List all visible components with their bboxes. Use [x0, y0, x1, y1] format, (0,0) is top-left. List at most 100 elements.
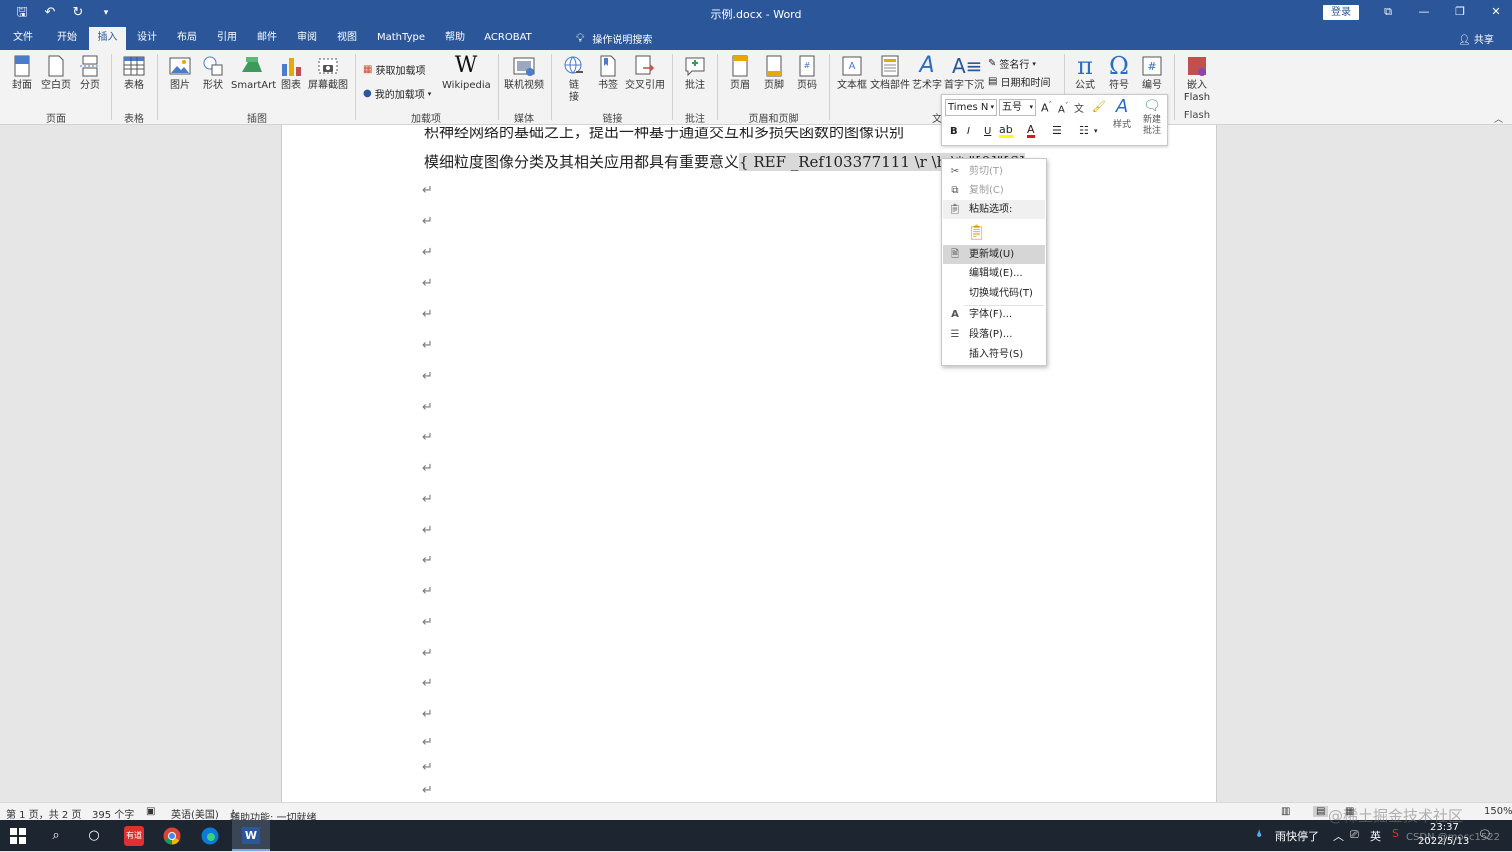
tab-design[interactable]: 设计	[130, 27, 164, 50]
get-addins-button[interactable]: ▦ 获取加载项	[363, 62, 425, 77]
cross-reference-button[interactable]: 交叉引用	[625, 54, 665, 92]
number-button[interactable]: # 编号	[1138, 54, 1166, 92]
cover-page-button[interactable]: 封面	[8, 54, 36, 92]
tab-insert[interactable]: 插入	[89, 27, 126, 50]
date-time-button[interactable]: ▤ 日期和时间	[988, 74, 1050, 89]
tab-view[interactable]: 视图	[330, 27, 364, 50]
blank-page-button[interactable]: 空白页	[40, 54, 72, 92]
share-button[interactable]: 👤︎ 共享	[1458, 31, 1494, 46]
online-video-button[interactable]: 联机视频	[504, 54, 544, 92]
search-icon[interactable]: ⌕	[46, 826, 66, 846]
print-layout-icon[interactable]: ▤	[1313, 806, 1329, 817]
shrink-font-icon[interactable]: Aˇ	[1058, 102, 1068, 115]
proofing-icon[interactable]: ▣	[146, 806, 155, 817]
zoom-level[interactable]: 150%	[1484, 806, 1512, 817]
weather-icon[interactable]: 🌢︎	[1256, 827, 1263, 841]
tab-help[interactable]: 帮助	[438, 27, 472, 50]
styles-button[interactable]: A 样式	[1110, 97, 1134, 131]
font-size-box[interactable]: 五号 ▾	[999, 99, 1036, 116]
italic-button[interactable]: I	[967, 126, 970, 137]
grow-font-icon[interactable]: Aˆ	[1041, 101, 1052, 115]
document-page[interactable]: 积神经网络的基础之上，提出一种基于通道交互和多损失函数的图像识别 模细粒度图像分…	[281, 125, 1217, 802]
drop-cap-button[interactable]: A≡ 首字下沉	[944, 54, 984, 92]
read-mode-icon[interactable]: ▥	[1281, 806, 1290, 817]
tab-mailings[interactable]: 邮件	[250, 27, 284, 50]
quick-parts-button[interactable]: 文档部件	[870, 54, 910, 92]
chart-button[interactable]: 图表	[277, 54, 305, 92]
menu-item-copy[interactable]: ⧉ 复制(C)	[943, 181, 1045, 200]
wikipedia-button[interactable]: W Wikipedia	[442, 54, 491, 92]
bookmark-button[interactable]: 书签	[594, 54, 622, 92]
network-icon[interactable]: ⎚	[1350, 828, 1359, 842]
phonetic-guide-icon[interactable]: 文	[1074, 100, 1084, 115]
menu-item-edit-field[interactable]: 编辑域(E)...	[943, 264, 1045, 283]
link-button[interactable]: 链接	[560, 54, 588, 104]
minimize-icon[interactable]: —	[1406, 4, 1442, 20]
word-taskbar-button[interactable]: W	[232, 820, 270, 851]
textbox-button[interactable]: A 文本框	[836, 54, 868, 92]
screenshot-button[interactable]: 屏幕截图	[308, 54, 348, 92]
new-comment-button[interactable]: 🗨︎ 新建批注	[1139, 97, 1165, 137]
weather-text[interactable]: 雨快停了	[1275, 828, 1319, 844]
tab-references[interactable]: 引用	[210, 27, 244, 50]
status-language[interactable]: 英语(美国)	[171, 806, 219, 821]
sogou-ime-icon[interactable]: S	[1392, 827, 1399, 840]
tab-acrobat[interactable]: ACROBAT	[480, 27, 536, 50]
font-name-box[interactable]: Times N ▾	[945, 99, 997, 116]
tab-home[interactable]: 开始	[50, 27, 84, 50]
windows-start-icon[interactable]	[8, 826, 28, 846]
equation-button[interactable]: π 公式	[1070, 54, 1100, 92]
symbol-button[interactable]: Ω 符号	[1104, 54, 1134, 92]
table-button[interactable]: 表格	[120, 54, 148, 92]
menu-item-font[interactable]: A 字体(F)...	[943, 305, 1045, 324]
numbering-icon[interactable]: ☷	[1079, 124, 1089, 137]
paste-keep-text-icon[interactable]: 📋︎	[967, 223, 986, 241]
bullets-icon[interactable]: ☰	[1052, 124, 1062, 137]
dropdown-arrow-icon[interactable]: ▾	[1094, 127, 1098, 135]
chart-icon	[282, 58, 301, 76]
tab-layout[interactable]: 布局	[170, 27, 204, 50]
underline-button[interactable]: U	[984, 126, 991, 137]
tab-file[interactable]: 文件	[6, 27, 40, 50]
tab-review[interactable]: 审阅	[290, 27, 324, 50]
smartart-button[interactable]: SmartArt	[231, 54, 276, 92]
header-button[interactable]: 页眉	[726, 54, 754, 92]
chrome-icon[interactable]	[162, 826, 182, 846]
wordart-button[interactable]: A 艺术字	[912, 54, 942, 92]
highlight-icon[interactable]: ab	[999, 124, 1013, 138]
menu-item-paragraph[interactable]: ☰ 段落(P)...	[943, 325, 1045, 344]
tell-me-search[interactable]: 💡︎ 操作说明搜索	[576, 31, 652, 46]
signature-line-button[interactable]: ✎ 签名行 ▾	[988, 56, 1036, 71]
task-view-icon[interactable]: ○	[84, 826, 104, 846]
show-hidden-icons-icon[interactable]: ︿	[1333, 828, 1344, 844]
edge-icon[interactable]	[200, 826, 220, 846]
font-color-icon[interactable]: A	[1027, 124, 1035, 138]
shapes-button[interactable]: 形状	[199, 54, 227, 92]
comment-button[interactable]: 批注	[680, 54, 710, 92]
paragraph-mark: ↵	[422, 400, 433, 415]
menu-item-insert-symbol[interactable]: 插入符号(S)	[943, 345, 1045, 364]
page-break-button[interactable]: 分页	[76, 54, 104, 92]
login-button[interactable]: 登录	[1323, 5, 1359, 20]
embed-flash-button[interactable]: 嵌入Flash	[1180, 54, 1214, 104]
close-icon[interactable]: ✕	[1478, 4, 1512, 20]
document-line-2[interactable]: 模细粒度图像分类及其相关应用都具有重要意义{ REF _Ref103377111…	[424, 151, 1025, 172]
restore-icon[interactable]: ❐	[1442, 4, 1478, 20]
menu-item-toggle-field-codes[interactable]: 切换域代码(T)	[943, 284, 1045, 303]
tab-mathtype[interactable]: MathType	[372, 27, 430, 50]
ribbon-display-icon[interactable]: ⧉	[1370, 4, 1406, 20]
ime-indicator[interactable]: 英	[1370, 828, 1381, 844]
collapse-ribbon-icon[interactable]: ︿	[1494, 112, 1503, 125]
format-painter-icon[interactable]: 🖌︎	[1092, 100, 1106, 113]
page-number-button[interactable]: # 页码	[793, 54, 821, 92]
status-page-count[interactable]: 第 1 页，共 2 页	[6, 806, 81, 821]
menu-item-update-field[interactable]: 🗎︎ 更新域(U)	[943, 245, 1045, 264]
picture-button[interactable]: 图片	[166, 54, 194, 92]
menu-item-cut[interactable]: ✂ 剪切(T)	[943, 162, 1045, 181]
bold-button[interactable]: B	[950, 126, 958, 137]
document-line-1[interactable]: 积神经网络的基础之上，提出一种基于通道交互和多损失函数的图像识别	[424, 127, 904, 142]
my-addins-button[interactable]: ● 我的加载项 ▾	[363, 86, 431, 101]
youdao-dict-icon[interactable]: 有道	[124, 826, 144, 846]
footer-button[interactable]: 页脚	[760, 54, 788, 92]
status-word-count[interactable]: 395 个字	[92, 806, 134, 821]
